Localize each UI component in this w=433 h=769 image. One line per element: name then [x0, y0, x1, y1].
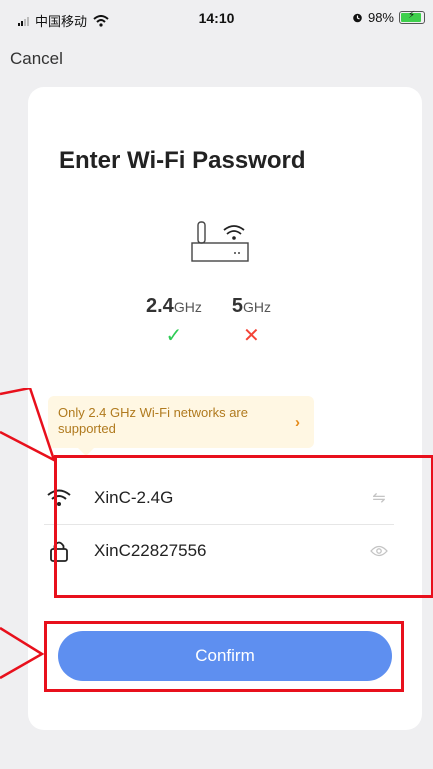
cross-icon: ✕	[242, 325, 260, 347]
band-5-value: 5	[231, 295, 243, 317]
highlight-credentials-box	[54, 455, 433, 598]
alarm-icon	[353, 13, 362, 23]
cancel-button[interactable]: Cancel	[10, 49, 63, 69]
highlight-confirm-box	[44, 621, 404, 692]
band-5-unit: GHz	[242, 299, 271, 315]
band-5ghz: 5GHz ✕	[232, 295, 271, 346]
check-icon: ✓	[165, 325, 183, 347]
tip-text: Only 2.4 GHz Wi-Fi networks are supporte…	[58, 405, 248, 436]
band-2-4ghz: 2.4GHz ✓	[146, 295, 202, 346]
status-right: 98% ⚡	[352, 10, 425, 25]
band-compatibility: 2.4GHz ✓ 5GHz ✕	[146, 295, 271, 346]
annotation-arrow-upper	[0, 388, 56, 463]
page-title: Enter Wi-Fi Password	[59, 147, 306, 174]
router-icon	[191, 221, 249, 262]
annotation-arrow-lower	[0, 626, 45, 680]
status-bar: 中国移动 14:10 98% ⚡	[0, 0, 433, 36]
band-support-tip[interactable]: Only 2.4 GHz Wi-Fi networks are supporte…	[48, 396, 314, 456]
chevron-right-icon: ›	[295, 414, 300, 431]
band-2-4-unit: GHz	[173, 299, 202, 315]
band-2-4-value: 2.4	[146, 295, 174, 317]
battery-icon: ⚡	[399, 10, 425, 24]
battery-percent: 98%	[367, 10, 394, 25]
